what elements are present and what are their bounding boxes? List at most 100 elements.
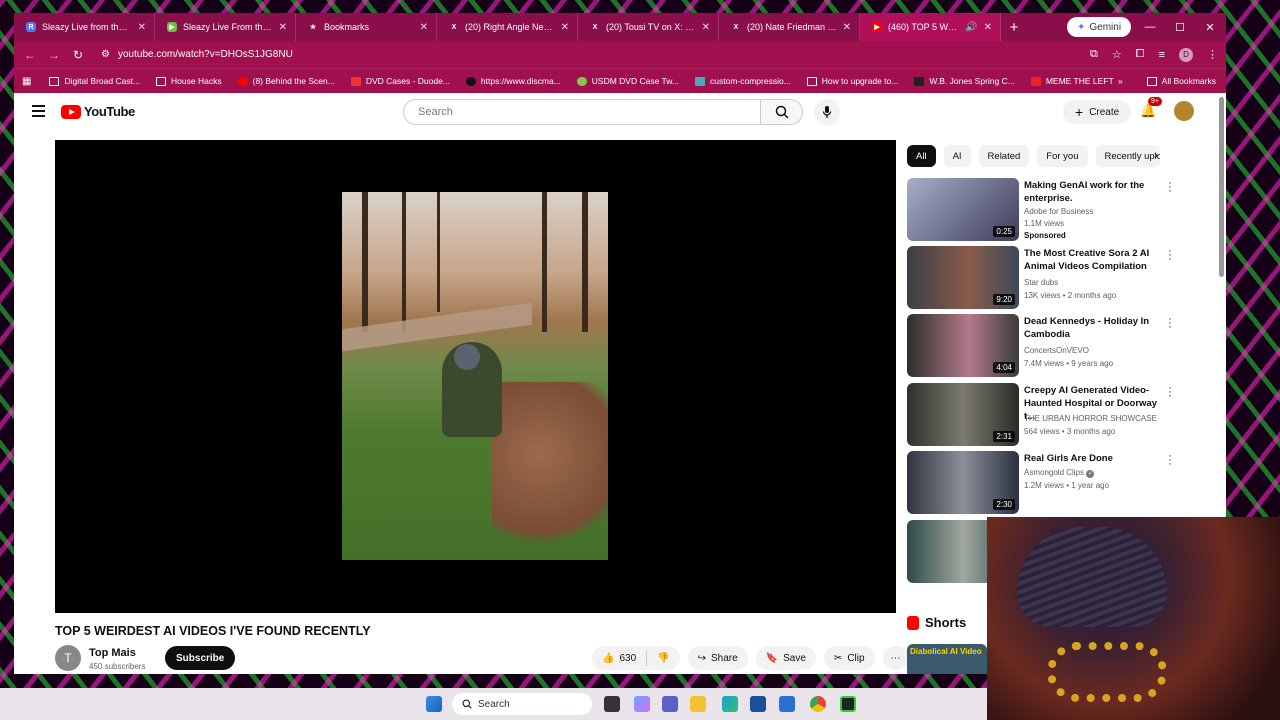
video-player[interactable] (55, 140, 896, 613)
rec-channel[interactable]: Asmongold Clips ✓ (1024, 468, 1095, 478)
channel-avatar[interactable]: T (55, 645, 81, 671)
store-icon[interactable] (750, 696, 766, 712)
close-icon[interactable]: ✕ (561, 22, 569, 33)
bookmark-item[interactable]: Digital Broad Cast... (49, 76, 140, 86)
obs-icon[interactable] (840, 696, 856, 712)
video-thumbnail[interactable]: 2:30 (907, 451, 1019, 514)
subscribe-button[interactable]: Subscribe (165, 646, 236, 670)
clip-button[interactable]: ✂ Clip (823, 646, 875, 670)
tab-1[interactable]: R Sleazy Live from the Bunker ✕ (14, 13, 155, 41)
voice-search-button[interactable] (814, 99, 840, 125)
bookmark-item[interactable]: USDM DVD Case Tw... (576, 76, 679, 86)
task-view-icon[interactable] (604, 696, 620, 712)
kebab-menu-icon[interactable]: · · · (1167, 314, 1173, 333)
like-button[interactable]: 👍 630 (592, 650, 648, 666)
short-thumbnail[interactable]: Diabolical AI Video (907, 644, 987, 674)
kebab-menu-icon[interactable]: · · · (1167, 383, 1173, 402)
recommendation-item[interactable]: 2:30 Real Girls Are Done Asmongold Clips… (907, 451, 1207, 515)
profile-avatar[interactable]: D (1179, 47, 1193, 62)
rec-title[interactable]: Making GenAI work for the enterprise. (1024, 179, 1168, 205)
search-button[interactable] (761, 99, 803, 125)
bookmark-item[interactable]: MEME THE LEFT (1030, 76, 1114, 86)
edge-icon[interactable] (722, 696, 738, 712)
bookmark-item[interactable]: (8) Behind the Scen... (237, 76, 335, 86)
forward-icon[interactable]: → (42, 48, 66, 62)
close-icon[interactable]: ✕ (984, 22, 992, 33)
bookmark-star-icon[interactable]: ☆ (1112, 48, 1122, 61)
video-thumbnail[interactable]: 2:31 (907, 383, 1019, 446)
rec-channel[interactable]: ConcertsOnVEVO (1024, 346, 1089, 355)
maximize-icon[interactable]: ☐ (1165, 13, 1195, 41)
tab-5[interactable]: X (20) Tousi TV on X: "Nearly ✕ (578, 13, 719, 41)
page-scrollbar[interactable] (1219, 97, 1224, 277)
chip-for-you[interactable]: For you (1037, 145, 1088, 167)
bookmark-item[interactable]: DVD Cases - Duode... (350, 76, 450, 86)
create-button[interactable]: + Create (1063, 100, 1132, 124)
close-icon[interactable]: ✕ (702, 22, 710, 33)
outlook-icon[interactable] (779, 696, 795, 712)
rec-title[interactable]: Dead Kennedys - Holiday In Cambodia (1024, 315, 1168, 341)
tab-4[interactable]: X (20) Right Angle News Network ✕ (437, 13, 578, 41)
copilot-icon[interactable] (634, 696, 650, 712)
more-bookmarks-icon[interactable]: » (1118, 76, 1123, 86)
rec-channel[interactable]: Adobe for Business (1024, 207, 1093, 216)
apps-icon[interactable]: ▦ (22, 76, 31, 87)
tab-7-active[interactable]: ▶ (460) TOP 5 WEIRDEST 🔊 ✕ (860, 13, 1001, 41)
rec-channel[interactable]: Star dubs (1024, 278, 1058, 287)
rec-channel[interactable]: THE URBAN HORROR SHOWCASE (1024, 414, 1157, 423)
close-icon[interactable]: ✕ (420, 22, 428, 33)
save-button[interactable]: 🔖 Save (755, 646, 816, 670)
youtube-logo[interactable]: YouTube (61, 104, 135, 119)
kebab-menu-icon[interactable]: · · · (1167, 178, 1173, 197)
site-info-icon[interactable]: ⚙ (101, 49, 110, 60)
cast-icon[interactable]: ⧉ (1090, 48, 1098, 61)
share-button[interactable]: ↪ Share (687, 646, 748, 670)
account-avatar[interactable] (1174, 101, 1194, 121)
menu-dots-icon[interactable]: ⋮ (1207, 48, 1218, 61)
close-icon[interactable]: ✕ (279, 22, 287, 33)
channel-name[interactable]: Top Mais (89, 647, 136, 659)
minimize-icon[interactable]: — (1135, 13, 1165, 41)
tab-6[interactable]: X (20) Nate Friedman on X: ✕ (719, 13, 860, 41)
file-explorer-icon[interactable] (690, 696, 706, 712)
bookmark-item[interactable]: custom-compressio... (695, 76, 791, 86)
gemini-button[interactable]: ✦ Gemini (1067, 17, 1132, 37)
close-icon[interactable]: ✕ (843, 22, 851, 33)
recommendation-item[interactable]: 0:25 Making GenAI work for the enterprise… (907, 178, 1207, 242)
bookmark-item[interactable]: https://www.discma... (465, 76, 561, 86)
address-bar[interactable]: youtube.com/watch?v=DHOsS1JG8NU (118, 49, 293, 60)
kebab-menu-icon[interactable]: · · · (1167, 246, 1173, 265)
media-icon[interactable]: ≡ (1159, 49, 1165, 61)
dislike-button[interactable]: 👎 (647, 653, 679, 664)
extensions-icon[interactable]: ⧠ (1136, 48, 1145, 61)
hamburger-menu-icon[interactable] (32, 105, 45, 120)
recommendation-item[interactable]: 4:04 Dead Kennedys - Holiday In Cambodia … (907, 314, 1207, 378)
video-thumbnail[interactable]: 4:04 (907, 314, 1019, 377)
teams-icon[interactable] (662, 696, 678, 712)
new-tab-button[interactable]: + (1001, 19, 1027, 36)
close-icon[interactable]: ✕ (138, 22, 146, 33)
reload-icon[interactable]: ↻ (66, 48, 90, 62)
search-input[interactable]: Search (403, 99, 761, 125)
video-thumbnail[interactable]: 0:25 (907, 178, 1019, 241)
all-bookmarks[interactable]: All Bookmarks (1146, 76, 1216, 86)
more-actions-button[interactable]: ⋯ (882, 646, 909, 670)
back-icon[interactable]: ← (18, 48, 42, 62)
video-thumbnail[interactable]: 9:20 (907, 246, 1019, 309)
bookmark-item[interactable]: House Hacks (156, 76, 222, 86)
chip-recently-uploaded[interactable]: Recently uplo (1095, 145, 1160, 167)
chevron-right-icon[interactable]: › (1154, 148, 1158, 162)
close-window-icon[interactable]: ✕ (1195, 13, 1225, 41)
rec-title[interactable]: Real Girls Are Done (1024, 452, 1168, 465)
chip-all[interactable]: All (907, 145, 936, 167)
recommendation-item[interactable]: 9:20 The Most Creative Sora 2 AI Animal V… (907, 246, 1207, 310)
start-button-icon[interactable] (426, 696, 442, 712)
rec-title[interactable]: The Most Creative Sora 2 AI Animal Videos… (1024, 247, 1168, 273)
bookmark-item[interactable]: How to upgrade to... (806, 76, 898, 86)
kebab-menu-icon[interactable]: · · · (1167, 451, 1173, 470)
bookmark-item[interactable]: W.B. Jones Spring C... (914, 76, 1015, 86)
tab-2[interactable]: ▶ Sleazy Live From the Bunker ✕ (155, 13, 296, 41)
chrome-icon[interactable] (810, 696, 826, 712)
recommendation-item[interactable]: 2:31 Creepy AI Generated Video- Haunted H… (907, 383, 1207, 447)
chip-ai[interactable]: AI (943, 145, 971, 167)
